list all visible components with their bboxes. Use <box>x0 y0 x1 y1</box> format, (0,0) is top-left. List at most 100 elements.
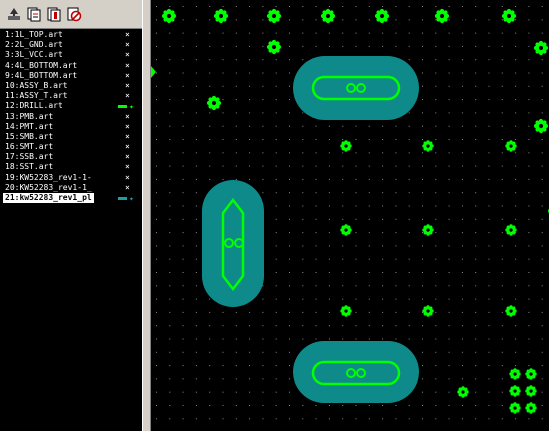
grid-dot <box>249 112 251 114</box>
layer-hidden-icon[interactable]: × <box>125 61 130 71</box>
layer-item[interactable]: 21:kw52283_rev1_pl ✦ <box>3 193 141 204</box>
grid-dot <box>448 192 450 194</box>
layer-item[interactable]: 18:SST.art × <box>3 162 141 172</box>
grid-dot <box>289 298 290 300</box>
delete-layer-icon[interactable] <box>66 6 82 22</box>
layer-color-swatch[interactable] <box>118 105 127 109</box>
grid-dot <box>382 232 384 234</box>
layer-item[interactable]: 11:ASSY_T.art × <box>3 91 141 101</box>
layer-item[interactable]: 10:ASSY_B.art × <box>3 81 141 91</box>
grid-dot <box>422 378 423 380</box>
grid-dot <box>408 205 410 207</box>
grid-dot <box>475 125 477 127</box>
grid-dot <box>461 311 463 313</box>
grid-dot <box>355 245 357 247</box>
pcb-canvas[interactable] <box>150 0 549 431</box>
pcb-drawing[interactable] <box>151 0 549 431</box>
grid-dot <box>156 99 157 101</box>
layer-hidden-icon[interactable]: × <box>125 91 130 101</box>
layer-item[interactable]: 19:KW52283_rev1-1- × <box>3 173 141 183</box>
grid-dot <box>249 365 251 367</box>
layer-item[interactable]: 13:PMB.art × <box>3 112 141 122</box>
layer-props-icon[interactable] <box>46 6 62 22</box>
grid-dot <box>435 351 437 353</box>
grid-dot <box>289 165 290 167</box>
grid-dot <box>422 125 423 127</box>
copy-layer-icon[interactable] <box>26 6 42 22</box>
grid-dot <box>461 285 463 287</box>
layer-hidden-icon[interactable]: × <box>125 152 130 162</box>
grid-dot <box>262 325 264 327</box>
layer-hidden-icon[interactable]: × <box>125 50 130 60</box>
grid-dot <box>501 258 503 260</box>
grid-dot <box>222 165 224 167</box>
layer-item[interactable]: 16:SMT.art × <box>3 142 141 152</box>
grid-dot <box>235 325 237 327</box>
grid-dot <box>382 285 384 287</box>
layer-hidden-icon[interactable]: × <box>125 162 130 172</box>
grid-dot <box>355 232 357 234</box>
layer-item[interactable]: 2:2L_GND.art × <box>3 40 141 50</box>
grid-dot <box>262 125 264 127</box>
grid-dot <box>475 285 477 287</box>
grid-dot <box>488 6 490 7</box>
layer-hidden-icon[interactable]: × <box>125 122 130 132</box>
layer-item[interactable]: 12:DRILL.art ✦ <box>3 101 141 111</box>
layer-color-swatch[interactable] <box>118 197 127 200</box>
layer-item[interactable]: 20:KW52283_rev1-1_ × <box>3 183 141 193</box>
grid-dot <box>156 391 157 393</box>
grid-dot <box>195 59 197 61</box>
layer-visible-icon[interactable]: ✦ <box>129 194 134 204</box>
grid-dot <box>368 418 370 420</box>
layer-hidden-icon[interactable]: × <box>125 71 130 81</box>
layer-item[interactable]: 15:SMB.art × <box>3 132 141 142</box>
grid-dot <box>395 325 397 327</box>
grid-dot <box>262 351 264 353</box>
grid-dot <box>515 192 517 194</box>
layer-item[interactable]: 1:1L_TOP.art × <box>3 30 141 40</box>
grid-dot <box>368 192 370 194</box>
layer-item[interactable]: 14:PMT.art × <box>3 122 141 132</box>
grid-dot <box>541 85 543 87</box>
layer-item[interactable]: 9:4L_BOTTOM.art × <box>3 71 141 81</box>
grid-dot <box>435 72 437 74</box>
grid-dot <box>435 59 437 61</box>
layer-hidden-icon[interactable]: × <box>125 173 130 183</box>
grid-dot <box>448 232 450 234</box>
grid-dot <box>275 139 277 140</box>
grid-dot <box>475 405 477 406</box>
layer-hidden-icon[interactable]: × <box>125 112 130 122</box>
grid-dot <box>408 258 410 260</box>
layer-item[interactable]: 4:4L_BOTTOM.art × <box>3 61 141 71</box>
grid-dot <box>302 152 304 154</box>
grid-dot <box>182 218 184 220</box>
layer-hidden-icon[interactable]: × <box>125 30 130 40</box>
grid-dot <box>169 45 171 47</box>
grid-dot <box>182 6 184 7</box>
grid-dot <box>222 365 224 367</box>
grid-dot <box>235 165 237 167</box>
layer-hidden-icon[interactable]: × <box>125 132 130 142</box>
grid-dot <box>541 165 543 167</box>
grid-dot <box>488 245 490 247</box>
grid-dot <box>156 112 157 114</box>
grid-dot <box>435 32 437 34</box>
layer-hidden-icon[interactable]: × <box>125 183 130 193</box>
grid-dot <box>235 338 237 340</box>
grid-dot <box>235 391 237 393</box>
grid-dot <box>435 139 437 140</box>
layer-item[interactable]: 3:3L_VCC.art × <box>3 50 141 60</box>
layer-hidden-icon[interactable]: × <box>125 81 130 91</box>
grid-dot <box>195 258 197 260</box>
layer-item[interactable]: 17:SSB.art × <box>3 152 141 162</box>
pad <box>320 8 336 24</box>
grid-dot <box>528 285 530 287</box>
layer-hidden-icon[interactable]: × <box>125 142 130 152</box>
grid-dot <box>515 338 517 340</box>
grid-dot <box>541 99 543 101</box>
grid-dot <box>541 365 543 367</box>
add-layer-icon[interactable] <box>6 6 22 22</box>
grid-dot <box>156 45 157 47</box>
grid-dot <box>195 6 197 7</box>
layer-hidden-icon[interactable]: × <box>125 40 130 50</box>
